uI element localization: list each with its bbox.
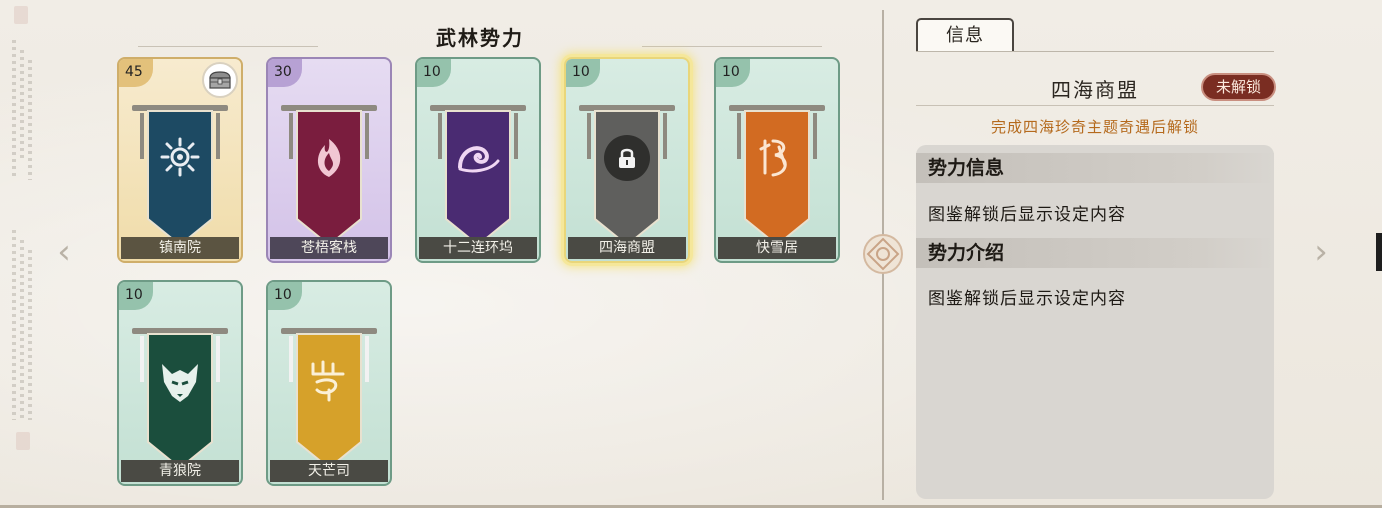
ornament-knot-icon	[862, 233, 904, 275]
tab-underline	[916, 51, 1274, 52]
snow-glyph-icon	[759, 135, 795, 183]
section-heading-info: 势力信息	[916, 153, 1274, 183]
scroll-edge-marker	[1376, 233, 1382, 271]
section-body-info: 图鉴解锁后显示设定内容	[928, 205, 1126, 225]
phoenix-flame-icon	[309, 135, 349, 183]
faction-banner	[279, 322, 379, 472]
faction-name: 四海商盟	[568, 237, 686, 259]
treasure-chest-icon[interactable]	[202, 62, 238, 98]
faction-name: 镇南院	[121, 237, 239, 259]
faction-name: 天芒司	[270, 460, 388, 482]
faction-card-selected[interactable]: 10 四海商盟	[564, 57, 690, 263]
status-badge: 未解锁	[1201, 73, 1276, 101]
faction-banner	[130, 322, 230, 472]
level-badge: 10	[268, 282, 302, 310]
level-badge: 10	[716, 59, 750, 87]
faction-banner	[428, 99, 528, 249]
faction-card[interactable]: 30 苍梧客栈	[266, 57, 392, 263]
faction-card[interactable]: 10 快雪居	[714, 57, 840, 263]
chevron-right-icon[interactable]: ›	[1311, 232, 1331, 272]
level-badge: 10	[566, 59, 600, 87]
faction-name: 青狼院	[121, 460, 239, 482]
level-badge: 10	[417, 59, 451, 87]
faction-card[interactable]: 10 十二连环坞	[415, 57, 541, 263]
selected-faction-title: 四海商盟	[1051, 78, 1139, 102]
sky-glyph-icon	[309, 360, 349, 406]
title-separator	[916, 105, 1274, 106]
section-title-row: 武林势力	[130, 22, 830, 52]
sun-emblem-icon	[160, 137, 200, 181]
faction-banner	[727, 99, 827, 249]
faction-banner	[130, 99, 230, 249]
faction-card[interactable]: 10 青狼院	[117, 280, 243, 486]
level-badge: 45	[119, 59, 153, 87]
faction-banner	[279, 99, 379, 249]
wolf-head-icon	[158, 360, 202, 408]
faction-name: 快雪居	[718, 237, 836, 259]
chevron-left-icon[interactable]: ‹	[54, 232, 74, 272]
unlock-hint: 完成四海珍奇主题奇遇后解锁	[990, 118, 1199, 136]
section-body-intro: 图鉴解锁后显示设定内容	[928, 289, 1126, 309]
level-badge: 10	[119, 282, 153, 310]
faction-name: 十二连环坞	[419, 237, 537, 259]
faction-name: 苍梧客栈	[270, 237, 388, 259]
faction-card[interactable]: 10 天芒司	[266, 280, 392, 486]
wave-swirl-icon	[456, 139, 500, 179]
tab-info[interactable]: 信息	[916, 18, 1014, 51]
faction-banner	[577, 99, 677, 249]
info-panel[interactable]	[916, 145, 1274, 499]
padlock-icon	[604, 135, 650, 181]
calligraphy-scroll-decoration	[8, 0, 38, 460]
level-badge: 30	[268, 59, 302, 87]
section-heading-intro: 势力介绍	[916, 238, 1274, 268]
faction-card[interactable]: 45 镇南院	[117, 57, 243, 263]
